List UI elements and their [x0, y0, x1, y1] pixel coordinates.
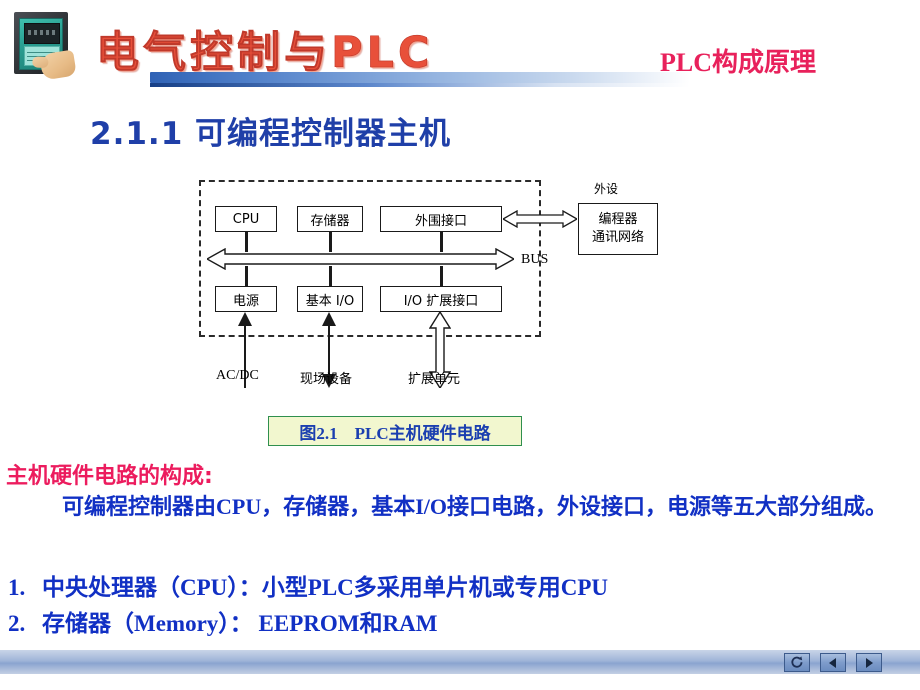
- content-paragraph: 可编程控制器由CPU，存储器，基本I/O接口电路，外设接口，电源等五大部分组成。: [62, 494, 888, 519]
- diagram-box-memory: 存储器: [297, 206, 363, 232]
- previous-button[interactable]: [820, 653, 846, 672]
- diagram-box-io-expansion-interface: I/O 扩展接口: [380, 286, 502, 312]
- bus-label: BUS: [521, 252, 549, 267]
- diagram-box-peripheral-interface: 外围接口: [380, 206, 502, 232]
- header-accent-bar-lower: [150, 83, 690, 87]
- diagram-box-power-supply: 电源: [215, 286, 277, 312]
- list-item-number: 2.: [8, 611, 26, 636]
- bottom-navigation-bar: [0, 650, 920, 674]
- label-field-device: 现场设备: [300, 372, 353, 387]
- brand-title: 电气控制与PLC: [96, 28, 434, 79]
- plc-architecture-diagram: CPU 存储器 外围接口 电源 基本 I/O I/O 扩展接口 外设 编程器 通…: [0, 150, 920, 460]
- loop-arrow-icon: [791, 656, 803, 668]
- peripheral-link-arrow-icon: [503, 210, 577, 228]
- triangle-right-icon: [866, 657, 873, 668]
- external-device-label: 外设: [594, 182, 619, 196]
- label-expansion-unit: 扩展单元: [408, 372, 461, 387]
- content-heading: 主机硬件电路的构成:: [6, 464, 213, 489]
- list-item-text: 中央处理器（CPU）：小型PLC多采用单片机或专用CPU: [42, 575, 609, 600]
- label-acdc: AC/DC: [216, 368, 259, 383]
- external-line-2: 通讯网络: [591, 229, 644, 245]
- device-screen-upper: [24, 23, 60, 44]
- external-line-1: 编程器: [598, 212, 638, 228]
- list-item-number: 1.: [8, 575, 26, 600]
- page-title: 2.1.1 可编程控制器主机: [90, 116, 452, 152]
- loop-button[interactable]: [784, 653, 810, 672]
- page-header: 电气控制与PLC PLC构成原理: [0, 0, 920, 96]
- diagram-box-cpu: CPU: [215, 206, 277, 232]
- page-topic: PLC构成原理: [660, 48, 817, 77]
- list-item-text: 存储器（Memory）： EEPROM和RAM: [42, 611, 438, 636]
- bus-arrow-icon: [207, 248, 514, 270]
- list-item: 1. 中央处理器（CPU）：小型PLC多采用单片机或专用CPU: [8, 568, 608, 602]
- diagram-box-external-device: 编程器 通讯网络: [578, 203, 658, 255]
- triangle-left-icon: [829, 657, 836, 668]
- figure-caption: 图2.1 PLC主机硬件电路: [268, 416, 522, 446]
- next-button[interactable]: [856, 653, 882, 672]
- list-item: 2. 存储器（Memory）： EEPROM和RAM: [8, 604, 437, 638]
- diagram-box-basic-io: 基本 I/O: [297, 286, 363, 312]
- header-accent-bar: [150, 72, 690, 83]
- plc-terminal-with-hand-icon: [14, 12, 77, 84]
